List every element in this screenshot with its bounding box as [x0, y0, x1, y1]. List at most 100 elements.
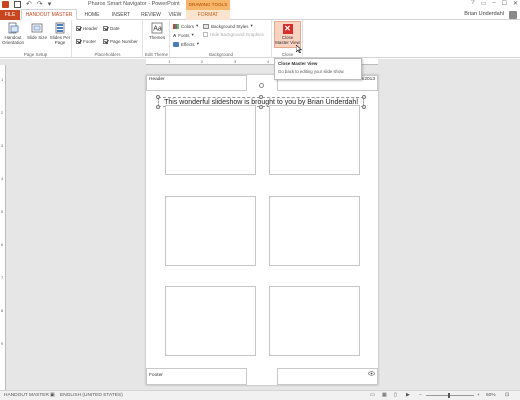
tooltip-title: Close Master View [278, 61, 318, 66]
tab-home[interactable]: HOME [80, 10, 104, 20]
checkbox-icon [76, 26, 81, 31]
language-status[interactable]: ENGLISH (UNITED STATES) [60, 393, 123, 398]
edit-theme-group-label: Edit Theme [145, 52, 168, 57]
eye-icon [368, 371, 375, 376]
ribbon-tabs: FILE HANDOUT MASTER HOME INSERT REVIEW V… [0, 9, 520, 20]
resize-handle[interactable] [259, 95, 263, 99]
slide-thumbnail-4[interactable] [269, 196, 360, 266]
ruler-tick: 4 [267, 59, 270, 64]
ruler-tick: 7 [1, 275, 4, 280]
effects-dropdown[interactable]: Effects ▾ [173, 41, 199, 47]
user-name[interactable]: Brian Underdahl [464, 11, 504, 17]
slide-thumbnail-1[interactable] [165, 105, 256, 175]
chevron-down-icon: ▾ [250, 23, 253, 28]
colors-dropdown[interactable]: Colors ▾ [173, 23, 198, 29]
tab-file[interactable]: FILE [0, 10, 20, 20]
checkbox-icon [103, 39, 108, 44]
themes-icon: Aa [151, 22, 163, 34]
handout-orientation-button[interactable]: Handout Orientation [1, 22, 25, 45]
close-master-view-button[interactable]: ✕ Close Master View [274, 21, 301, 48]
save-icon[interactable] [14, 1, 21, 8]
zoom-level[interactable]: 60% [486, 393, 496, 398]
undo-icon[interactable]: ↶ [26, 1, 32, 8]
slides-per-page-button[interactable]: Slides Per Page [48, 22, 72, 45]
ruler-tick: 4 [1, 176, 4, 181]
help-icon[interactable]: ? [471, 0, 474, 7]
header-checkbox[interactable]: Header [76, 26, 98, 31]
quick-access-toolbar: ↶ ↷ ▾ [2, 1, 51, 8]
page-setup-group-label: Page Setup [23, 52, 48, 57]
chevron-down-icon: ▾ [196, 41, 199, 46]
colors-icon [173, 23, 179, 29]
hide-background-graphics-checkbox[interactable]: Hide Background Graphics [203, 32, 264, 37]
fit-to-window-icon[interactable]: ⊡ [505, 393, 509, 398]
resize-handle[interactable] [259, 105, 263, 109]
page-number-checkbox[interactable]: Page Number [103, 39, 138, 44]
slide-thumbnail-6[interactable] [269, 286, 360, 356]
slide-thumbnail-3[interactable] [165, 196, 256, 266]
mouse-cursor-icon [296, 45, 302, 53]
slideshow-icon[interactable]: ▶ [406, 393, 410, 398]
slide-thumbnail-5[interactable] [165, 286, 256, 356]
group-background: Colors ▾ A Fonts ▾ Effects ▾ Background Sty… [171, 20, 272, 58]
ruler-tick: 3 [234, 59, 237, 64]
avatar[interactable] [509, 11, 517, 19]
header-placeholder[interactable]: Header [146, 75, 247, 91]
ribbon: Handout Orientation Slide Size Slides Pe… [0, 20, 520, 58]
background-styles-dropdown[interactable]: Background Styles ▾ [203, 23, 253, 29]
ribbon-display-icon[interactable]: ▭ [481, 0, 487, 7]
resize-handle[interactable] [362, 105, 366, 109]
vertical-ruler[interactable]: 1 2 3 4 5 6 7 8 9 [0, 65, 6, 390]
group-page-setup: Handout Orientation Slide Size Slides Pe… [0, 20, 72, 58]
fonts-dropdown[interactable]: A Fonts ▾ [173, 32, 194, 38]
checkbox-icon [203, 32, 208, 37]
effects-icon [173, 41, 179, 47]
svg-text:Aa: Aa [153, 26, 162, 33]
group-edit-theme: Aa Themes Edit Theme [144, 20, 170, 58]
group-placeholders: Header Date Footer Page Number Placehold… [73, 20, 143, 58]
background-styles-icon [203, 23, 209, 29]
zoom-slider[interactable] [426, 395, 474, 396]
zoom-in-icon[interactable]: + [477, 393, 480, 398]
reading-view-icon[interactable]: ▯ [394, 393, 397, 398]
handout-page[interactable]: Header 5/23/2013 This wonderful slidesho… [146, 75, 378, 385]
footer-checkbox[interactable]: Footer [76, 39, 96, 44]
normal-view-icon[interactable]: ▭ [370, 393, 375, 398]
resize-handle[interactable] [156, 105, 160, 109]
ruler-tick: 1 [168, 59, 171, 64]
zoom-slider-thumb[interactable] [448, 393, 450, 398]
footer-placeholder[interactable]: Footer [146, 368, 247, 385]
spell-check-icon[interactable]: ▣ [50, 393, 55, 398]
ruler-tick: 1 [1, 77, 4, 82]
redo-icon[interactable]: ↷ [37, 1, 43, 8]
checkbox-icon [103, 26, 108, 31]
slide-sorter-icon[interactable]: ▦ [382, 393, 387, 398]
restore-icon[interactable]: ☐ [502, 0, 507, 7]
ruler-tick: 6 [1, 242, 4, 247]
tab-review[interactable]: REVIEW [136, 10, 166, 20]
tab-handout-master[interactable]: HANDOUT MASTER [21, 9, 77, 20]
customize-qat-icon[interactable]: ▾ [48, 1, 52, 8]
themes-button[interactable]: Aa Themes [145, 22, 169, 40]
page-number-placeholder[interactable] [277, 368, 378, 385]
date-checkbox[interactable]: Date [103, 26, 120, 31]
close-window-icon[interactable]: ✕ [513, 0, 518, 7]
tab-view[interactable]: VIEW [165, 10, 185, 20]
tab-insert[interactable]: INSERT [107, 10, 135, 20]
rotate-handle[interactable] [259, 83, 264, 88]
view-status: HANDOUT MASTER [4, 393, 49, 398]
ruler-tick: 3 [1, 143, 4, 148]
resize-handle[interactable] [362, 95, 366, 99]
title-bar: ↶ ↷ ▾ Pharos Smart Navigator - PowerPoin… [0, 0, 520, 10]
tab-format[interactable]: FORMAT [186, 10, 230, 20]
minimize-icon[interactable]: – [492, 0, 495, 7]
resize-handle[interactable] [156, 95, 160, 99]
slide-thumbnail-2[interactable] [269, 105, 360, 175]
ruler-tick: 2 [201, 59, 204, 64]
powerpoint-app-icon[interactable] [2, 1, 9, 8]
page-orientation-icon [8, 22, 19, 34]
background-group-label: Background [208, 52, 234, 57]
close-master-view-tooltip: Close Master View Go back to editing you… [274, 58, 362, 80]
zoom-out-icon[interactable]: – [419, 393, 422, 398]
slide-size-button[interactable]: Slide Size [25, 22, 49, 40]
